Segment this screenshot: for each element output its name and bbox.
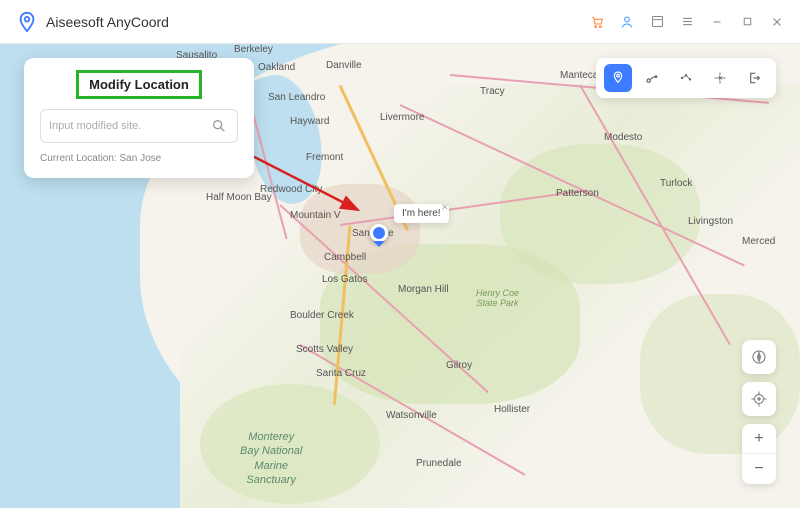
zoom-out-button[interactable]: −	[742, 454, 776, 484]
app-logo-icon	[16, 11, 38, 33]
pin-icon	[370, 224, 388, 242]
modify-location-panel: Modify Location Current Location: San Jo…	[24, 58, 254, 178]
locate-me-button[interactable]	[742, 382, 776, 416]
marker-tooltip-text: I'm here!	[402, 208, 441, 219]
zoom-in-button[interactable]: +	[742, 424, 776, 454]
search-input[interactable]	[49, 120, 209, 132]
map-canvas[interactable]: Sausalito Berkeley Oakland Danville San …	[0, 44, 800, 508]
maximize-button[interactable]	[732, 7, 762, 37]
search-box[interactable]	[40, 109, 238, 143]
compass-button[interactable]	[742, 340, 776, 374]
cart-button[interactable]	[582, 7, 612, 37]
layout-button[interactable]	[642, 7, 672, 37]
map-controls: + −	[742, 340, 776, 484]
current-location-marker[interactable]: I'm here! ✕	[370, 224, 388, 242]
search-button[interactable]	[209, 116, 229, 136]
panel-title: Modify Location	[89, 77, 189, 92]
mode-one-stop-button[interactable]	[638, 64, 666, 92]
close-icon[interactable]: ✕	[439, 202, 451, 213]
minimize-button[interactable]	[702, 7, 732, 37]
close-button[interactable]	[762, 7, 792, 37]
mode-joystick-button[interactable]	[706, 64, 734, 92]
current-location-label: Current Location: San Jose	[40, 153, 238, 164]
menu-button[interactable]	[672, 7, 702, 37]
title-bar: Aiseesoft AnyCoord	[0, 0, 800, 44]
app-title: Aiseesoft AnyCoord	[46, 14, 169, 30]
mode-modify-location-button[interactable]	[604, 64, 632, 92]
mode-toolbar	[596, 58, 776, 98]
search-icon	[211, 118, 227, 134]
marker-tooltip: I'm here! ✕	[394, 204, 449, 223]
modify-location-title-highlight: Modify Location	[76, 70, 202, 99]
mode-multi-stop-button[interactable]	[672, 64, 700, 92]
account-button[interactable]	[612, 7, 642, 37]
current-location-value: San Jose	[120, 153, 162, 164]
mode-exit-button[interactable]	[740, 64, 768, 92]
